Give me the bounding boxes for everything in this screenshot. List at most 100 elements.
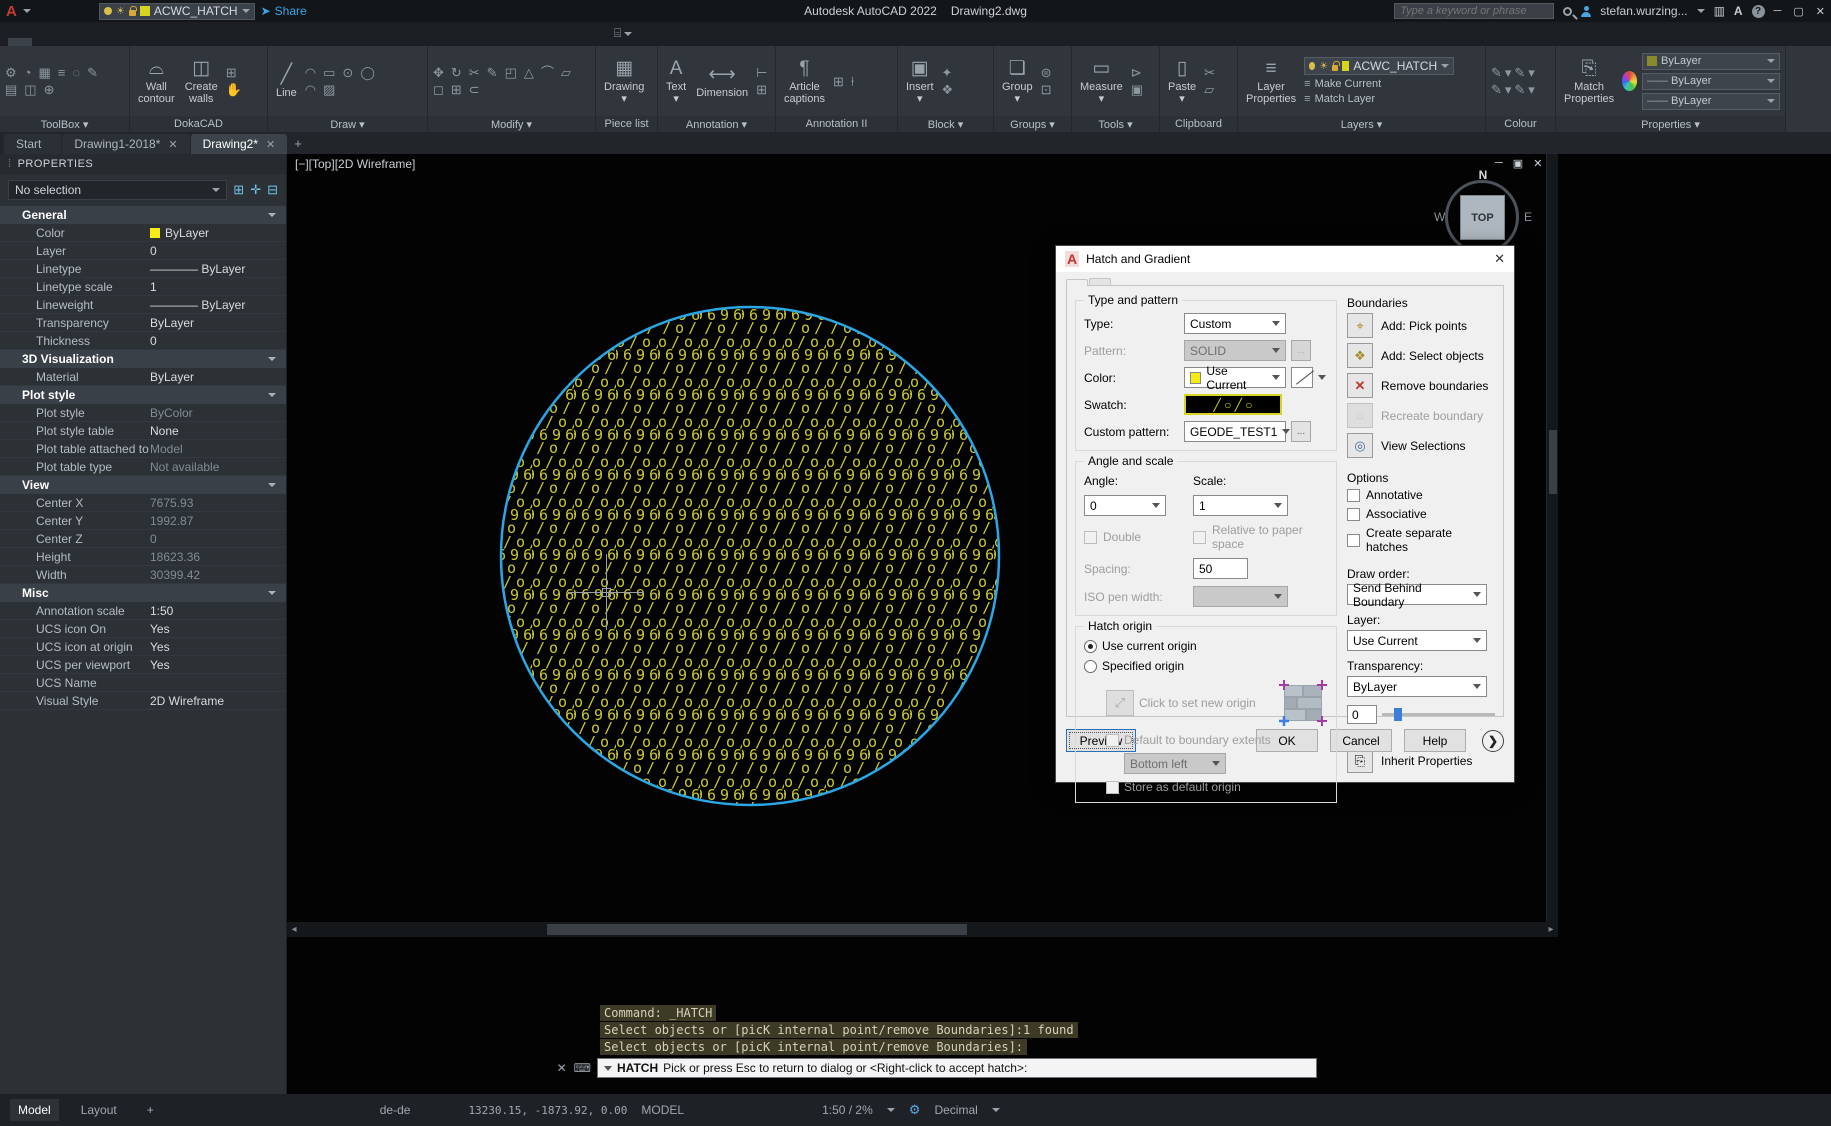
property-row[interactable]: View bbox=[0, 476, 286, 494]
ribbon-big-button[interactable]: ⟷Dimension bbox=[693, 63, 751, 100]
viewcube-top-face[interactable]: TOP bbox=[1460, 195, 1505, 240]
panel-label[interactable]: Tools ▾ bbox=[1072, 116, 1159, 132]
space-indicator[interactable]: MODEL bbox=[641, 1103, 684, 1117]
palette-grip-icon[interactable]: ⁞ bbox=[8, 158, 12, 170]
make-current-button[interactable]: ≡Make Current bbox=[1304, 78, 1454, 90]
viewport-controls-label[interactable]: [−][Top][2D Wireframe] bbox=[295, 157, 415, 171]
autodesk-app-icon[interactable]: A bbox=[1734, 4, 1743, 18]
property-row[interactable]: Misc bbox=[0, 584, 286, 602]
ribbon-big-button[interactable]: ◫Create walls bbox=[182, 57, 221, 106]
property-row[interactable]: Plot table type Not available bbox=[0, 458, 286, 476]
quick-select-icon[interactable]: ⊟ bbox=[267, 182, 278, 198]
spacing-field[interactable]: 50 bbox=[1193, 558, 1248, 579]
share-button[interactable]: ➤ Share bbox=[261, 4, 307, 18]
chevron-down-icon[interactable] bbox=[1318, 375, 1326, 380]
user-name[interactable]: stefan.wurzing... bbox=[1600, 4, 1687, 18]
qat-layer-combo[interactable]: ☀ ACWC_HATCH bbox=[99, 3, 255, 20]
viewcube-west[interactable]: W bbox=[1434, 210, 1445, 224]
toggle-pickadd-icon[interactable]: ⊞ bbox=[233, 182, 244, 198]
modify-icons[interactable]: ✥↻✂✎◰△⌒▱◻⊞⊂ bbox=[433, 64, 583, 98]
file-tab[interactable]: Start bbox=[4, 134, 61, 154]
close-tab-icon[interactable]: ✕ bbox=[168, 138, 177, 151]
language-indicator[interactable]: de-de bbox=[380, 1103, 411, 1117]
toolbox-icons[interactable]: ⚙◔▦≡◌✎▤◫⊕ bbox=[5, 64, 115, 98]
ribbon-display-toggle[interactable]: ⌸ bbox=[614, 26, 632, 45]
hatched-circle[interactable]: o/o/ 9696 /o/o bbox=[490, 294, 1010, 818]
property-row[interactable]: UCS Name bbox=[0, 674, 286, 692]
property-row[interactable]: Plot style bbox=[0, 386, 286, 404]
property-row[interactable]: Width 30399.42 bbox=[0, 566, 286, 584]
dialog-close-button[interactable]: ✕ bbox=[1494, 251, 1505, 267]
recreate-boundary-button[interactable]: ◌ Recreate boundary bbox=[1347, 403, 1495, 428]
autocad-logo-icon[interactable]: A bbox=[6, 4, 17, 19]
scale-menu-caret-icon[interactable] bbox=[887, 1108, 895, 1112]
drawing-canvas[interactable]: [−][Top][2D Wireframe] ─ ▣ ✕ N W E TOP o… bbox=[287, 154, 1831, 1094]
doc-close-button[interactable]: ✕ bbox=[1533, 157, 1542, 170]
lineweight-combo[interactable]: ——ByLayer bbox=[1642, 73, 1780, 90]
ribbon-big-button[interactable]: ▭Measure ▾ bbox=[1077, 57, 1126, 106]
scroll-left-icon[interactable]: ◂ bbox=[287, 924, 301, 935]
angle-combo[interactable]: 0 bbox=[1084, 495, 1166, 516]
viewcube-north[interactable]: N bbox=[1479, 168, 1488, 182]
ribbon-tab[interactable] bbox=[112, 38, 136, 46]
ribbon-tab[interactable] bbox=[190, 38, 214, 46]
property-row[interactable]: Annotation scale 1:50 bbox=[0, 602, 286, 620]
panel-label[interactable]: Properties ▾ bbox=[1556, 116, 1785, 132]
ribbon-big-button[interactable]: ▦Drawing ▾ bbox=[601, 57, 647, 106]
panel-label[interactable]: Draw ▾ bbox=[268, 116, 427, 132]
tools-icons[interactable]: ⊳▣ bbox=[1131, 64, 1147, 98]
add-select-objects-button[interactable]: ❖ Add: Select objects bbox=[1347, 343, 1495, 368]
linetype-combo[interactable]: ——ByLayer bbox=[1642, 93, 1780, 110]
ribbon-big-button[interactable]: ¶Article captions bbox=[781, 57, 828, 106]
property-row[interactable]: Linetype scale 1 bbox=[0, 278, 286, 296]
minimize-button[interactable]: ─ bbox=[1774, 5, 1782, 18]
match-layer-button[interactable]: ≡Match Layer bbox=[1304, 93, 1454, 105]
transparency-slider[interactable] bbox=[1382, 713, 1495, 716]
ribbon-tab[interactable] bbox=[242, 38, 266, 46]
slider-thumb[interactable] bbox=[1394, 708, 1402, 721]
ribbon-tab[interactable] bbox=[164, 38, 188, 46]
custom-pattern-combo[interactable]: GEODE_TEST1 bbox=[1184, 421, 1286, 442]
maximize-button[interactable]: ▢ bbox=[1793, 5, 1803, 18]
panel-label[interactable]: Annotation ▾ bbox=[658, 116, 775, 132]
pattern-swatch-preview[interactable]: ╱ ○ ╱ ○ bbox=[1184, 394, 1282, 415]
hscroll-thumb[interactable] bbox=[547, 924, 967, 935]
scale-combo[interactable]: 1 bbox=[1193, 495, 1288, 516]
colour-icons[interactable]: ✎▾✎▾✎▾✎▾ bbox=[1491, 64, 1547, 98]
layout-tab[interactable]: Layout bbox=[73, 1099, 125, 1121]
add-pick-points-button[interactable]: ⌖ Add: Pick points bbox=[1347, 313, 1495, 338]
property-row[interactable]: Thickness 0 bbox=[0, 332, 286, 350]
command-close-icon[interactable]: ✕ bbox=[557, 1061, 567, 1075]
panel-label[interactable]: Layers ▾ bbox=[1238, 116, 1485, 132]
select-objects-icon[interactable]: ✛ bbox=[250, 182, 261, 198]
horizontal-scrollbar[interactable]: ◂ ▸ bbox=[287, 922, 1558, 937]
close-tab-icon[interactable]: ✕ bbox=[266, 138, 275, 151]
property-row[interactable]: UCS icon at origin Yes bbox=[0, 638, 286, 656]
annotative-checkbox[interactable]: Annotative bbox=[1347, 488, 1495, 502]
property-row[interactable]: Material ByLayer bbox=[0, 368, 286, 386]
create-separate-hatches-checkbox[interactable]: Create separate hatches bbox=[1347, 526, 1495, 554]
command-input[interactable]: HATCH Pick or press Esc to return to dia… bbox=[597, 1058, 1317, 1078]
settings-gear-icon[interactable]: ⚙ bbox=[909, 1102, 921, 1118]
draw-order-combo[interactable]: Send Behind Boundary bbox=[1347, 584, 1487, 605]
hatch-color-combo[interactable]: Use Current bbox=[1184, 367, 1286, 388]
units-menu-caret-icon[interactable] bbox=[992, 1108, 1000, 1112]
associative-checkbox[interactable]: Associative bbox=[1347, 507, 1495, 521]
more-options-button[interactable]: ❯ bbox=[1482, 730, 1504, 752]
search-input[interactable] bbox=[1394, 3, 1554, 19]
background-color-combo[interactable] bbox=[1291, 367, 1313, 388]
property-row[interactable]: 3D Visualization bbox=[0, 350, 286, 368]
dokacad-icons[interactable]: ⊞✋ bbox=[226, 64, 256, 98]
ribbon-big-button[interactable]: ⎘Match Properties bbox=[1561, 57, 1617, 106]
property-row[interactable]: Layer 0 bbox=[0, 242, 286, 260]
vertical-scrollbar[interactable] bbox=[1546, 154, 1558, 936]
transparency-value-field[interactable]: 0 bbox=[1347, 705, 1377, 724]
ribbon-big-button[interactable]: ❏Group ▾ bbox=[999, 57, 1036, 106]
cart-icon[interactable]: ▥ bbox=[1714, 4, 1725, 18]
property-row[interactable]: General bbox=[0, 206, 286, 224]
dialog-tab[interactable] bbox=[1066, 279, 1088, 286]
ribbon-tab[interactable] bbox=[34, 38, 58, 46]
ribbon-big-button[interactable]: ╱Line bbox=[273, 63, 300, 100]
annotation2-icons[interactable]: ⊞⍿ bbox=[833, 73, 863, 90]
property-row[interactable]: Visual Style 2D Wireframe bbox=[0, 692, 286, 710]
